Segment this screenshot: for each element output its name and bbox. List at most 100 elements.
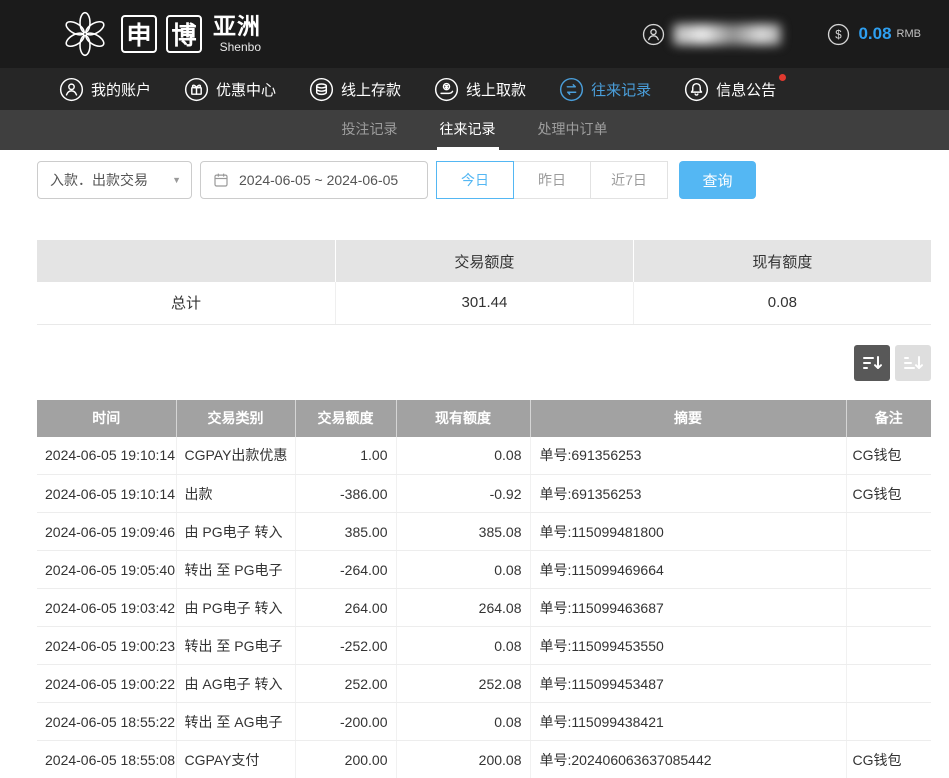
sort-toolbar — [37, 345, 931, 381]
col-header-summary: 摘要 — [530, 400, 846, 437]
cell-balance: 0.08 — [396, 551, 530, 589]
nav-item-label: 优惠中心 — [216, 79, 276, 100]
summary-total-row: 总计 301.44 0.08 — [37, 282, 931, 324]
nav-item-promo[interactable]: 优惠中心 — [181, 75, 279, 104]
cell-note — [846, 513, 931, 551]
brand-region-block: 亚洲 Shenbo — [213, 14, 261, 53]
cell-summary: 单号:115099453487 — [530, 665, 846, 703]
cell-balance: 0.08 — [396, 437, 530, 475]
sort-descending-button[interactable] — [854, 345, 890, 381]
table-row: 2024-06-05 19:10:14出款-386.00-0.92单号:6913… — [37, 475, 931, 513]
nav-item-label: 线上取款 — [466, 79, 526, 100]
table-row: 2024-06-05 19:05:40转出 至 PG电子-264.000.08单… — [37, 551, 931, 589]
quick-range-buttons: 今日昨日近7日 — [437, 161, 668, 199]
cell-amount: -386.00 — [295, 475, 396, 513]
cell-time: 2024-06-05 18:55:22 — [37, 703, 176, 741]
notification-dot — [779, 74, 786, 81]
notice-icon — [684, 77, 709, 102]
date-range-value: 2024-06-05 ~ 2024-06-05 — [239, 172, 398, 188]
brand-region: 亚洲 — [213, 14, 261, 39]
topbar-right: $ 0.08 RMB — [642, 23, 921, 46]
deposit-icon — [309, 77, 334, 102]
col-header-note: 备注 — [846, 400, 931, 437]
brand-char-2: 博 — [166, 15, 202, 53]
cell-type: CGPAY支付 — [176, 741, 295, 778]
cell-type: 由 PG电子 转入 — [176, 513, 295, 551]
logo[interactable]: 申 博 亚洲 Shenbo — [58, 7, 261, 61]
sort-ascending-button[interactable] — [895, 345, 931, 381]
account-icon — [59, 77, 84, 102]
nav-item-deposit[interactable]: 线上存款 — [306, 75, 404, 104]
withdraw-icon — [434, 77, 459, 102]
subnav-tab-transaction-records[interactable]: 往来记录 — [437, 110, 499, 150]
username-blurred — [673, 24, 781, 45]
cell-amount: 1.00 — [295, 437, 396, 475]
nav-item-label: 信息公告 — [716, 79, 776, 100]
cell-note — [846, 627, 931, 665]
nav-item-records[interactable]: 往来记录 — [556, 75, 654, 104]
svg-text:$: $ — [836, 29, 843, 41]
nav-item-label: 往来记录 — [591, 79, 651, 100]
filter-bar: 入款．出款交易 ▼ 2024-06-05 ~ 2024-06-05 今日昨日近7… — [37, 161, 931, 199]
brand-subtitle: Shenbo — [220, 40, 261, 54]
summary-table: 交易额度 现有额度 总计 301.44 0.08 — [37, 240, 931, 325]
balance-amount: 0.08 — [858, 24, 891, 44]
col-header-balance: 现有额度 — [396, 400, 530, 437]
calendar-icon — [212, 171, 230, 189]
subnav-tab-pending-orders[interactable]: 处理中订单 — [535, 110, 611, 150]
topbar: 申 博 亚洲 Shenbo — [0, 0, 949, 68]
cell-amount: -264.00 — [295, 551, 396, 589]
table-row: 2024-06-05 18:55:08CGPAY支付200.00200.08单号… — [37, 741, 931, 778]
balance[interactable]: $ 0.08 RMB — [827, 23, 921, 46]
nav-item-notice[interactable]: 信息公告 — [681, 75, 779, 104]
cell-time: 2024-06-05 19:05:40 — [37, 551, 176, 589]
cell-type: 转出 至 PG电子 — [176, 627, 295, 665]
page: 申 博 亚洲 Shenbo — [0, 0, 949, 778]
cell-balance: 252.08 — [396, 665, 530, 703]
cell-summary: 单号:691356253 — [530, 475, 846, 513]
quick-button-today[interactable]: 今日 — [436, 161, 514, 199]
nav-item-account[interactable]: 我的账户 — [56, 75, 154, 104]
quick-button-yesterday[interactable]: 昨日 — [513, 161, 591, 199]
search-button[interactable]: 查询 — [679, 161, 756, 199]
cell-note — [846, 665, 931, 703]
cell-balance: 385.08 — [396, 513, 530, 551]
transaction-type-select[interactable]: 入款．出款交易 ▼ — [37, 161, 192, 199]
summary-total-balance: 0.08 — [633, 282, 931, 324]
cell-balance: 0.08 — [396, 703, 530, 741]
user-account[interactable] — [642, 23, 781, 46]
cell-note: CG钱包 — [846, 741, 931, 778]
cell-amount: 200.00 — [295, 741, 396, 778]
cell-time: 2024-06-05 19:00:22 — [37, 665, 176, 703]
col-header-time: 时间 — [37, 400, 176, 437]
promo-icon — [184, 77, 209, 102]
cell-note — [846, 703, 931, 741]
chevron-down-icon: ▼ — [172, 175, 181, 185]
quick-button-last7days[interactable]: 近7日 — [590, 161, 668, 199]
cell-note: CG钱包 — [846, 475, 931, 513]
date-range-picker[interactable]: 2024-06-05 ~ 2024-06-05 — [200, 161, 428, 199]
user-circle-icon — [642, 23, 665, 46]
cell-time: 2024-06-05 19:10:14 — [37, 437, 176, 475]
cell-summary: 单号:202406063637085442 — [530, 741, 846, 778]
cell-note — [846, 551, 931, 589]
dollar-circle-icon: $ — [827, 23, 850, 46]
cell-time: 2024-06-05 18:55:08 — [37, 741, 176, 778]
cell-amount: 264.00 — [295, 589, 396, 627]
cell-type: 出款 — [176, 475, 295, 513]
cell-note — [846, 589, 931, 627]
table-row: 2024-06-05 19:09:46由 PG电子 转入385.00385.08… — [37, 513, 931, 551]
cell-time: 2024-06-05 19:09:46 — [37, 513, 176, 551]
cell-summary: 单号:115099469664 — [530, 551, 846, 589]
lotus-flower-icon — [58, 7, 112, 61]
nav-item-label: 线上存款 — [341, 79, 401, 100]
cell-type: CGPAY出款优惠 — [176, 437, 295, 475]
cell-amount: -200.00 — [295, 703, 396, 741]
summary-total-label: 总计 — [37, 282, 336, 324]
table-row: 2024-06-05 19:00:22由 AG电子 转入252.00252.08… — [37, 665, 931, 703]
cell-type: 转出 至 AG电子 — [176, 703, 295, 741]
nav-item-withdraw[interactable]: 线上取款 — [431, 75, 529, 104]
records-header-row: 时间交易类别交易额度现有额度摘要备注 — [37, 400, 931, 437]
cell-balance: 0.08 — [396, 627, 530, 665]
subnav-tab-betting-records[interactable]: 投注记录 — [339, 110, 401, 150]
